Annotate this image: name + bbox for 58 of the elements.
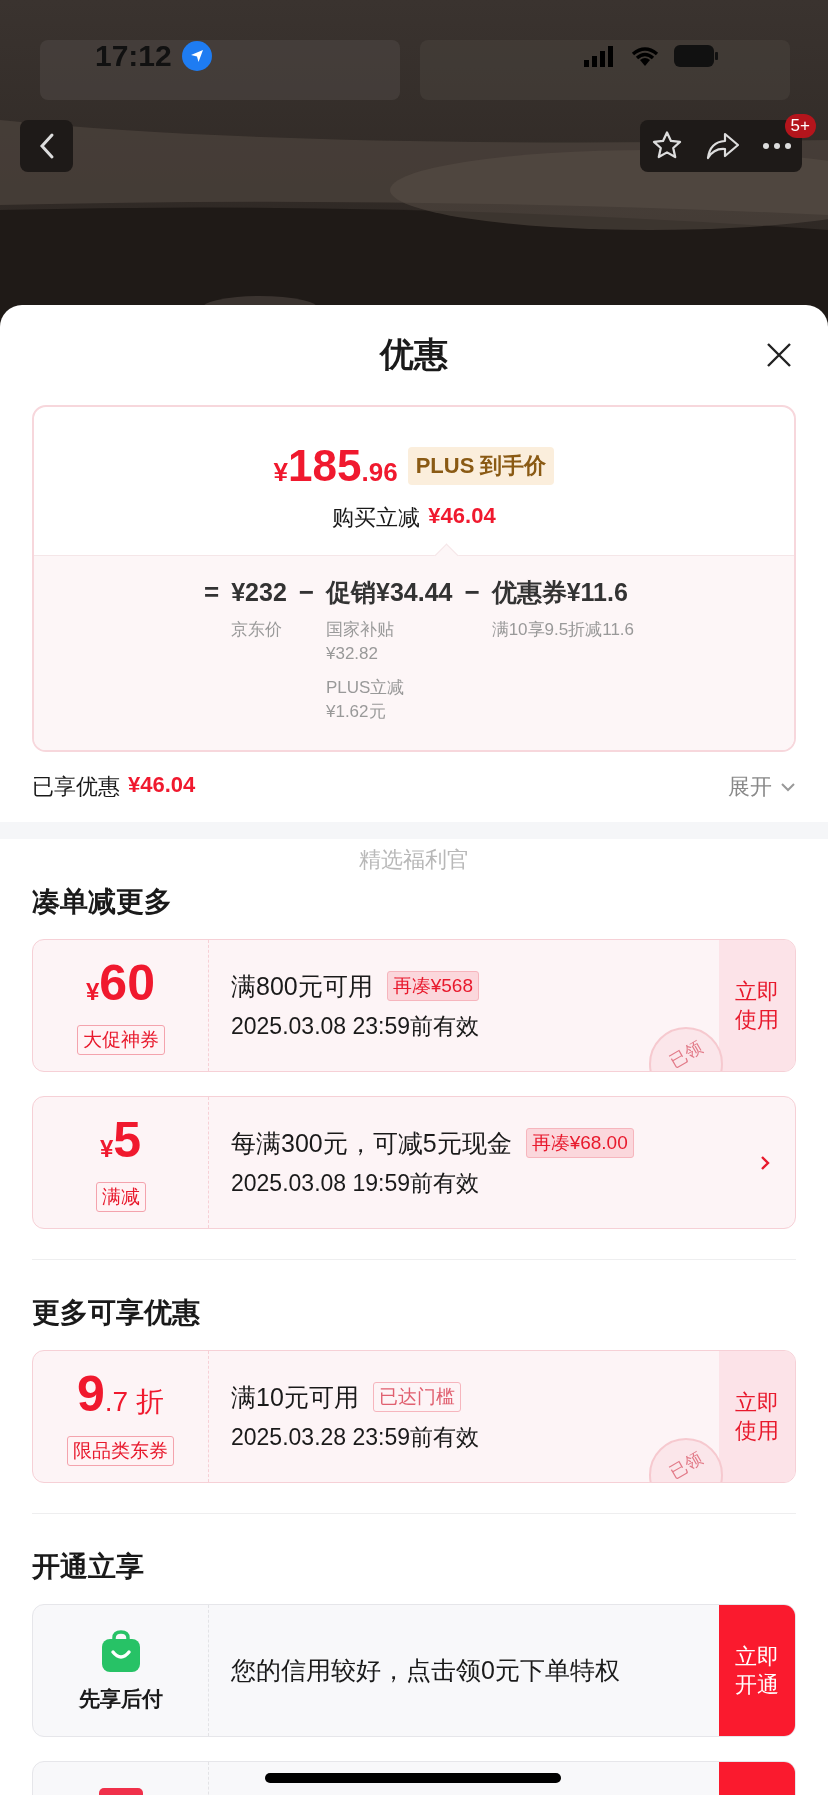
close-icon[interactable]: [766, 342, 792, 368]
notification-badge: 5+: [784, 114, 816, 138]
chevron-down-icon: [780, 782, 796, 792]
service-text: 您的信用较好，点击领0元下单特权: [231, 1655, 620, 1686]
threshold-chip: 已达门槛: [372, 1382, 461, 1412]
operator: −: [464, 576, 480, 609]
expand-toggle[interactable]: 展开: [728, 772, 796, 802]
price-badge: PLUS 到手价: [407, 447, 555, 485]
coupon-value: 9.7 折: [77, 1367, 164, 1424]
service-name: 先享后付: [78, 1685, 163, 1712]
claimed-stamp: 已领: [649, 1438, 723, 1482]
coupon-tag: 大促神券: [76, 1024, 165, 1055]
coupon-tag: 满减: [95, 1181, 146, 1212]
section-title: 凑单减更多: [32, 885, 173, 919]
saving-amount: ¥46.04: [428, 503, 496, 530]
share-icon[interactable]: [705, 131, 741, 161]
term-note: PLUS立减 ¥1.62元: [326, 677, 406, 723]
coupon-card[interactable]: ¥5 满减 每满300元，可减5元现金 再凑¥68.00 2025.03.08 19:59前有效: [32, 1096, 796, 1229]
service-card[interactable]: 先享后付 您的信用较好，点击领0元下单特权 立即开通: [32, 1604, 796, 1737]
back-button[interactable]: [20, 120, 73, 172]
coupon-card[interactable]: ¥60 大促神券 满800元可用 再凑¥568 2025.03.08 23:59前有效 已领 立即使用: [32, 939, 796, 1072]
validity-text: 2025.03.08 23:59前有效: [231, 1011, 481, 1041]
location-icon: [181, 41, 212, 71]
threshold-chip: 再凑¥568: [386, 971, 479, 1001]
enjoyed-amount: ¥46.04: [128, 772, 196, 799]
term-value: 优惠券¥11.6: [491, 577, 629, 608]
operator: =: [204, 576, 220, 609]
validity-text: 2025.03.08 19:59前有效: [231, 1168, 481, 1198]
coupon-title: 每满300元，可减5元现金: [231, 1127, 512, 1159]
use-button[interactable]: 立即使用: [719, 940, 795, 1071]
section-title: 开通立享: [32, 1550, 145, 1584]
enjoyed-label: 已享优惠: [32, 773, 120, 801]
section-title: 更多可享优惠: [32, 1296, 201, 1330]
more-icon[interactable]: [761, 142, 792, 150]
coupon-title: 满10元可用: [231, 1381, 359, 1413]
coupon-value: ¥5: [99, 1113, 142, 1170]
term-note: 满10享9.5折减11.6: [491, 619, 634, 641]
final-price: ¥185.96: [273, 441, 398, 491]
signal-icon: [584, 45, 616, 67]
operator: −: [298, 576, 314, 609]
coupon-card[interactable]: 9.7 折 限品类东券 满10元可用 已达门槛 2025.03.28 23:59前有效 已领 立即使用: [32, 1350, 796, 1483]
coupon-tag: 限品类东券: [67, 1435, 174, 1466]
term-note: 京东价: [231, 619, 284, 641]
coupon-title: 满800元可用: [231, 970, 373, 1002]
battery-icon: [674, 45, 718, 67]
use-button[interactable]: 立即使用: [719, 1351, 795, 1482]
open-button[interactable]: 立即开通: [719, 1605, 795, 1736]
claimed-stamp: 已领: [649, 1027, 723, 1071]
caption: 精选福利官: [358, 846, 470, 874]
validity-text: 2025.03.28 23:59前有效: [231, 1422, 481, 1452]
term-value: ¥232: [231, 577, 287, 608]
wifi-icon: [630, 45, 660, 67]
coupon-value: ¥60: [86, 956, 155, 1013]
sheet-title: 优惠: [380, 334, 448, 375]
saving-label: 购买立减: [332, 504, 421, 532]
threshold-chip: 再凑¥68.00: [525, 1128, 634, 1158]
term-value: 促销¥34.44: [326, 577, 453, 608]
term-note: 国家补贴 ¥32.82: [326, 619, 395, 665]
